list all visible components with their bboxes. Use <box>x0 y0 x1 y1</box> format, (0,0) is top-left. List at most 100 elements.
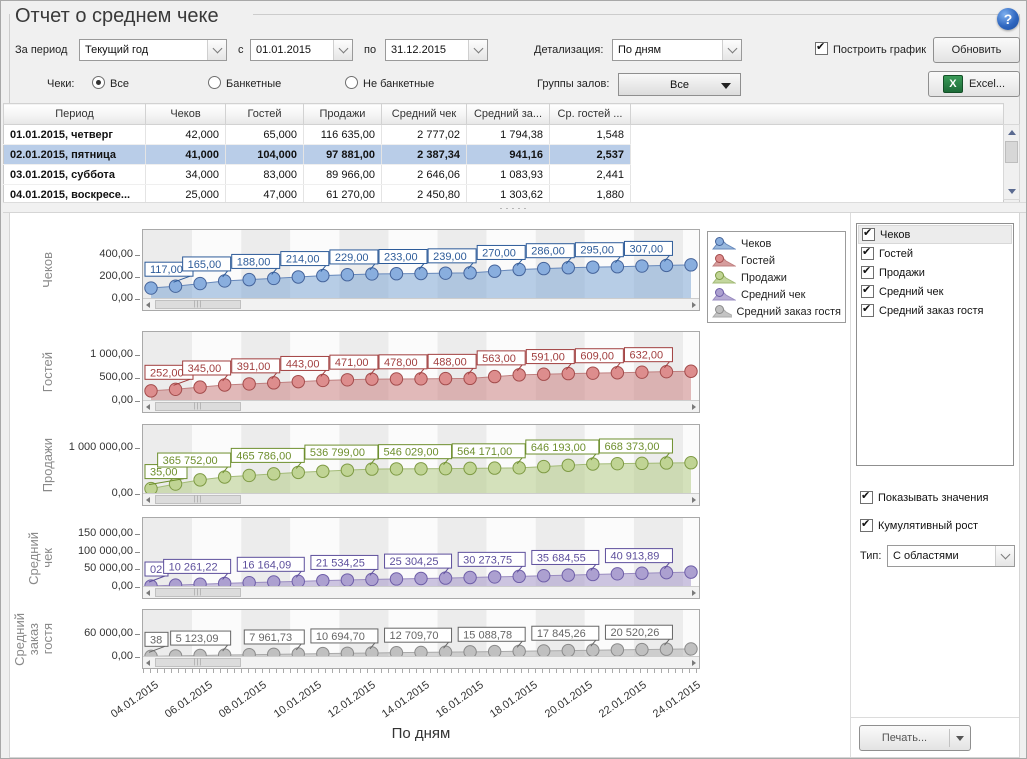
series-list-item[interactable]: Средний чек <box>858 282 1012 301</box>
data-point[interactable] <box>366 573 378 585</box>
scroll-right-arrow-icon[interactable] <box>692 497 696 503</box>
data-point[interactable] <box>513 462 525 474</box>
help-icon[interactable] <box>997 8 1019 30</box>
series-list-item[interactable]: Средний заказ гостя <box>858 301 1012 320</box>
data-point[interactable] <box>464 571 476 583</box>
build-chart-checkbox[interactable] <box>815 42 828 55</box>
column-header[interactable]: Ср. гостей ... <box>550 104 631 125</box>
data-point[interactable] <box>562 644 574 656</box>
data-point[interactable] <box>587 458 599 470</box>
data-point[interactable] <box>218 471 230 483</box>
data-point[interactable] <box>439 462 451 474</box>
data-point[interactable] <box>685 457 697 469</box>
column-header[interactable]: Средний чек <box>382 104 467 125</box>
scroll-thumb[interactable]: ||| <box>155 658 241 667</box>
scroll-up-button[interactable] <box>1004 125 1019 140</box>
scroll-left-arrow-icon[interactable] <box>146 497 150 503</box>
data-point[interactable] <box>243 273 255 285</box>
data-point[interactable] <box>636 457 648 469</box>
data-point[interactable] <box>611 568 623 580</box>
table-row[interactable]: 01.01.2015, четверг42,00065,000116 635,0… <box>4 125 1004 145</box>
column-header[interactable]: Средний за... <box>467 104 550 125</box>
data-point[interactable] <box>292 375 304 387</box>
h-scrollbar[interactable]: ||| <box>143 656 699 668</box>
data-point[interactable] <box>415 267 427 279</box>
series-checkbox[interactable] <box>861 266 874 279</box>
data-point[interactable] <box>243 378 255 390</box>
data-point[interactable] <box>439 572 451 584</box>
data-point[interactable] <box>685 566 697 578</box>
data-point[interactable] <box>562 569 574 581</box>
data-point[interactable] <box>194 474 206 486</box>
scroll-left-arrow-icon[interactable] <box>146 660 150 666</box>
scroll-thumb[interactable]: ||| <box>155 495 241 504</box>
cumulative-option[interactable]: Кумулятивный рост <box>860 519 978 532</box>
data-point[interactable] <box>636 643 648 655</box>
column-header[interactable]: Чеков <box>146 104 226 125</box>
series-list-item[interactable]: Продажи <box>858 263 1012 282</box>
data-point[interactable] <box>243 469 255 481</box>
cumulative-checkbox[interactable] <box>860 519 873 532</box>
data-point[interactable] <box>587 367 599 379</box>
data-point[interactable] <box>660 457 672 469</box>
data-point[interactable] <box>660 643 672 655</box>
data-point[interactable] <box>292 466 304 478</box>
h-scrollbar[interactable]: ||| <box>143 298 699 310</box>
data-point[interactable] <box>145 282 157 294</box>
data-point[interactable] <box>464 267 476 279</box>
dropdown-button[interactable] <box>722 40 741 60</box>
data-point[interactable] <box>513 570 525 582</box>
hall-groups-select[interactable]: Все <box>618 73 741 96</box>
data-point[interactable] <box>587 261 599 273</box>
data-point[interactable] <box>292 271 304 283</box>
detail-select[interactable]: По дням <box>612 39 742 61</box>
data-point[interactable] <box>660 365 672 377</box>
table-row[interactable]: 03.01.2015, суббота34,00083,00089 966,00… <box>4 165 1004 185</box>
scroll-down-button[interactable] <box>1004 184 1019 199</box>
radio-banquet[interactable] <box>208 76 221 89</box>
data-point[interactable] <box>513 369 525 381</box>
scroll-left-arrow-icon[interactable] <box>146 590 150 596</box>
data-point[interactable] <box>636 260 648 272</box>
h-scrollbar[interactable]: ||| <box>143 586 699 598</box>
data-point[interactable] <box>366 268 378 280</box>
dropdown-button[interactable] <box>333 40 352 60</box>
data-point[interactable] <box>194 381 206 393</box>
date-from-select[interactable]: 01.01.2015 <box>250 39 353 61</box>
refresh-button[interactable]: Обновить <box>933 37 1020 63</box>
table-vertical-scrollbar[interactable] <box>1003 124 1020 200</box>
series-listbox[interactable]: ЧековГостейПродажиСредний чекСредний зак… <box>856 223 1014 466</box>
data-point[interactable] <box>341 574 353 586</box>
radio-non-banquet[interactable] <box>345 76 358 89</box>
print-dropdown-button[interactable] <box>950 736 970 741</box>
data-point[interactable] <box>464 462 476 474</box>
data-point[interactable] <box>268 272 280 284</box>
data-point[interactable] <box>439 372 451 384</box>
data-point[interactable] <box>488 571 500 583</box>
data-point[interactable] <box>538 262 550 274</box>
column-header[interactable]: Продажи <box>304 104 382 125</box>
data-point[interactable] <box>145 385 157 397</box>
series-checkbox[interactable] <box>861 247 874 260</box>
scroll-right-arrow-icon[interactable] <box>692 404 696 410</box>
data-point[interactable] <box>366 463 378 475</box>
data-point[interactable] <box>636 366 648 378</box>
series-list-item[interactable]: Гостей <box>858 244 1012 263</box>
scroll-thumb[interactable]: ||| <box>155 300 241 309</box>
data-point[interactable] <box>538 460 550 472</box>
data-point[interactable] <box>562 459 574 471</box>
data-point[interactable] <box>611 261 623 273</box>
scroll-right-arrow-icon[interactable] <box>692 660 696 666</box>
data-point[interactable] <box>636 567 648 579</box>
data-point[interactable] <box>390 268 402 280</box>
data-point[interactable] <box>685 259 697 271</box>
dropdown-button[interactable] <box>995 546 1014 566</box>
scroll-right-arrow-icon[interactable] <box>692 302 696 308</box>
data-point[interactable] <box>587 568 599 580</box>
data-point[interactable] <box>218 379 230 391</box>
show-values-checkbox[interactable] <box>860 491 873 504</box>
series-list-item[interactable]: Чеков <box>858 225 1012 244</box>
data-point[interactable] <box>464 372 476 384</box>
data-point[interactable] <box>685 643 697 655</box>
data-point[interactable] <box>587 644 599 656</box>
